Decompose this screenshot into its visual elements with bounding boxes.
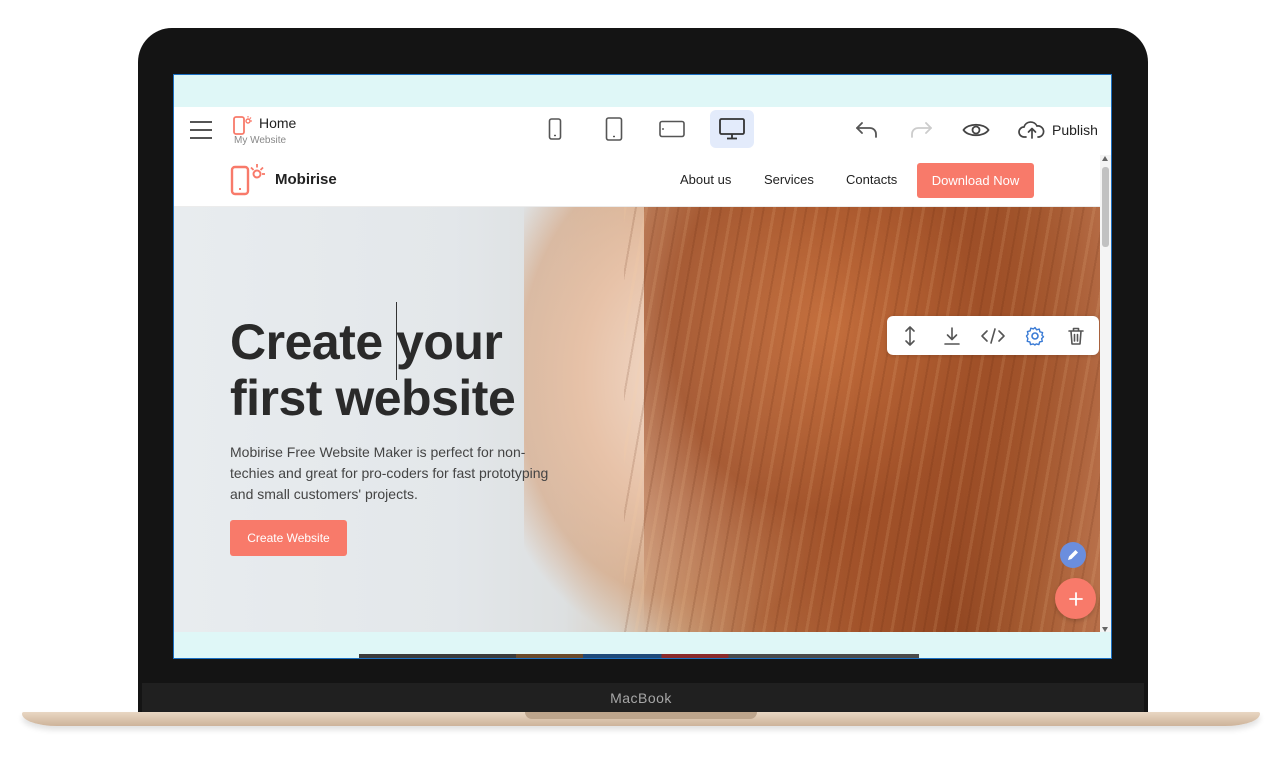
tablet-view-button[interactable] xyxy=(593,110,635,148)
code-icon xyxy=(981,328,1005,344)
publish-label: Publish xyxy=(1052,122,1098,138)
phone-icon xyxy=(548,118,562,140)
nav-link-contacts[interactable]: Contacts xyxy=(846,172,897,187)
tablet-landscape-icon xyxy=(659,120,685,138)
trash-icon xyxy=(1068,327,1084,345)
nav-link-services[interactable]: Services xyxy=(764,172,814,187)
delete-block-button[interactable] xyxy=(1064,324,1088,348)
menu-icon[interactable] xyxy=(190,121,212,141)
site-name: My Website xyxy=(234,135,287,146)
tablet-icon xyxy=(605,117,623,141)
desktop-view-button[interactable] xyxy=(710,110,754,148)
block-settings-button[interactable] xyxy=(1023,324,1047,348)
download-icon xyxy=(944,327,960,345)
undo-button[interactable] xyxy=(854,115,880,145)
nav-link-about[interactable]: About us xyxy=(680,172,731,187)
page-logo-icon xyxy=(233,116,252,135)
hero-title-line-1: Create your xyxy=(230,314,503,370)
block-toolbar xyxy=(887,316,1099,355)
plus-icon xyxy=(1068,591,1083,606)
page-title: Home xyxy=(259,115,297,131)
scroll-up-arrow[interactable] xyxy=(1102,156,1108,161)
laptop-notch xyxy=(525,712,757,719)
block-thumbnails-strip xyxy=(359,654,919,658)
code-block-button[interactable] xyxy=(980,324,1006,348)
hero-title[interactable]: Create your first website xyxy=(230,314,516,426)
pencil-icon xyxy=(1068,550,1078,560)
undo-icon xyxy=(856,122,877,138)
redo-button[interactable] xyxy=(908,115,934,145)
publish-button[interactable]: Publish xyxy=(1018,115,1098,145)
gear-icon xyxy=(1025,326,1045,346)
edit-button[interactable] xyxy=(1060,542,1086,568)
scroll-thumb[interactable] xyxy=(1102,167,1109,247)
site-brand-name[interactable]: Mobirise xyxy=(275,171,337,188)
preview-scrollbar[interactable] xyxy=(1100,155,1111,633)
editor-toolbar: Home My Website Publish xyxy=(174,107,1111,155)
download-block-button[interactable] xyxy=(940,324,964,348)
add-block-button[interactable] xyxy=(1055,578,1096,619)
device-brand-label: MacBook xyxy=(610,690,672,706)
download-now-button[interactable]: Download Now xyxy=(917,163,1034,198)
site-preview: Create your first website Mobirise Free … xyxy=(174,155,1100,633)
create-website-button[interactable]: Create Website xyxy=(230,520,347,556)
tablet-landscape-view-button[interactable] xyxy=(651,110,693,148)
cloud-upload-icon xyxy=(1018,121,1045,139)
screen-bottom-strip xyxy=(174,632,1111,658)
screen: Home My Website Publish Create your firs… xyxy=(173,74,1112,659)
hero-image-strands xyxy=(624,206,1100,633)
move-icon xyxy=(905,326,915,346)
text-cursor xyxy=(396,302,397,380)
desktop-icon xyxy=(719,118,745,140)
phone-view-button[interactable] xyxy=(534,110,576,148)
hero-description[interactable]: Mobirise Free Website Maker is perfect f… xyxy=(230,442,560,505)
site-logo-icon xyxy=(230,164,265,196)
hero-section: Create your first website Mobirise Free … xyxy=(174,186,1100,633)
eye-icon xyxy=(962,123,990,137)
site-navbar: Mobirise About us Services Contacts Down… xyxy=(174,155,1100,207)
hero-title-line-2: first website xyxy=(230,370,516,426)
move-block-button[interactable] xyxy=(898,324,922,348)
preview-button[interactable] xyxy=(962,115,990,145)
redo-icon xyxy=(911,122,932,138)
